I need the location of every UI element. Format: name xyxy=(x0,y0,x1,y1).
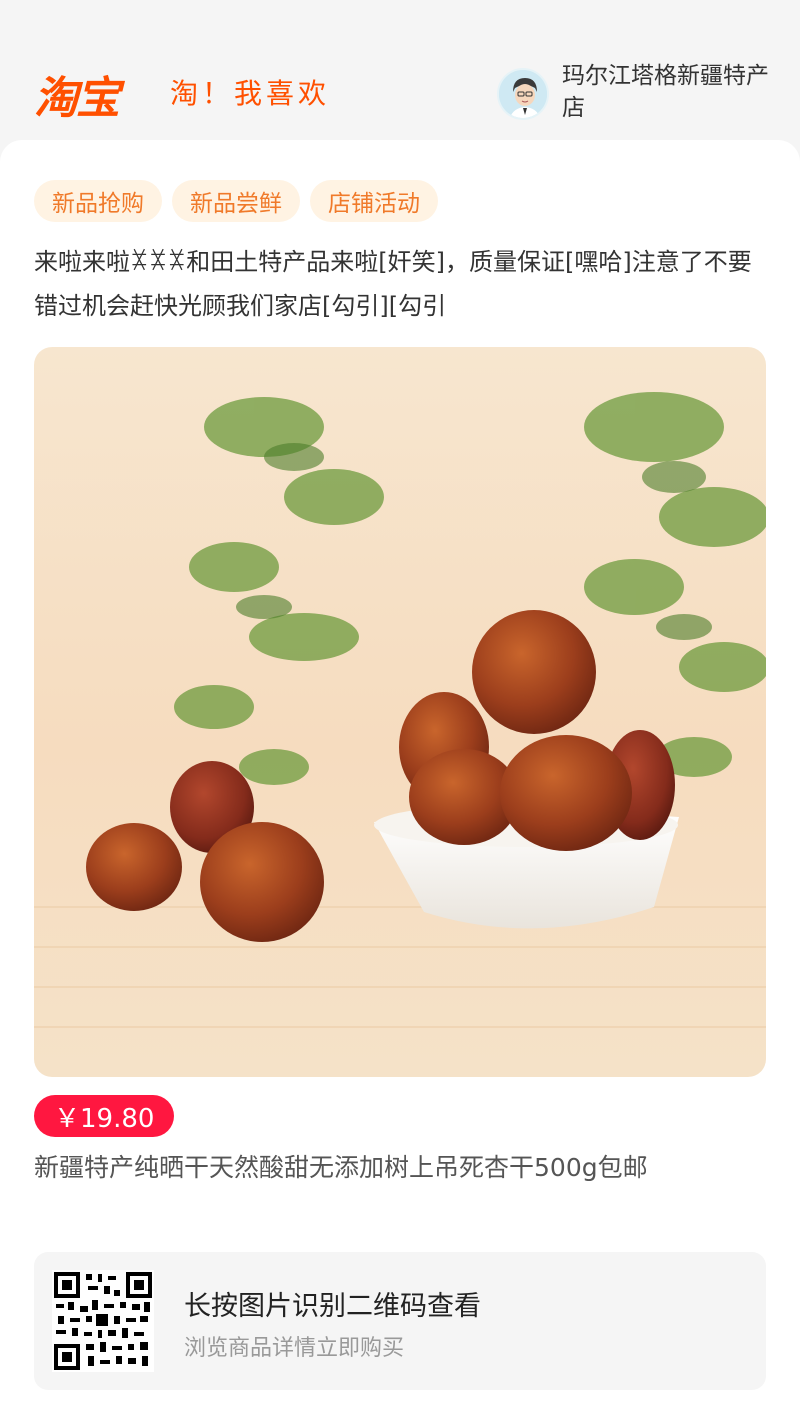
product-title[interactable]: 新疆特产纯晒干天然酸甜无添加树上吊死杏干500g包邮 xyxy=(34,1148,774,1188)
qr-subtitle: 浏览商品详情立即购买 xyxy=(184,1336,405,1361)
tag-new-taste[interactable]: 新品尝鲜 xyxy=(172,180,300,222)
qr-instruction: 长按图片识别二维码查看 xyxy=(184,1291,481,1322)
qr-code-icon xyxy=(52,1270,154,1372)
tag-store-event[interactable]: 店铺活动 xyxy=(310,180,438,222)
slogan: 淘！我喜欢 xyxy=(170,77,331,110)
header: 淘宝 淘！我喜欢 玛尔江塔格新疆特产店 xyxy=(0,0,800,140)
price-badge: ￥19.80 xyxy=(34,1095,175,1137)
dried-apricot-photo xyxy=(34,347,766,1077)
qr-panel[interactable]: 长按图片识别二维码查看 浏览商品详情立即购买 xyxy=(34,1252,766,1390)
tag-list: 新品抢购 新品尝鲜 店铺活动 xyxy=(34,180,438,222)
tag-new-rush[interactable]: 新品抢购 xyxy=(34,180,162,222)
avatar-icon xyxy=(499,70,547,118)
store-avatar[interactable] xyxy=(497,68,549,120)
qr-code[interactable] xyxy=(52,1270,154,1372)
taobao-logo: 淘宝 xyxy=(34,73,120,124)
product-description: 来啦来啦ꁿꁿꁿ和田土特产品来啦[奸笑]，质量保证[嘿哈]注意了不要错过机会赶快光… xyxy=(34,248,752,320)
store-name[interactable]: 玛尔江塔格新疆特产店 xyxy=(562,60,777,124)
product-card: 新品抢购 新品尝鲜 店铺活动 来啦来啦ꁿꁿꁿ和田土特产品来啦[奸笑]，质量保证[… xyxy=(0,140,800,1422)
share-poster: 淘宝 淘！我喜欢 玛尔江塔格新疆特产店 新品抢购 新品尝鲜 店铺活动 来啦来啦ꁿ… xyxy=(0,0,800,1422)
product-image[interactable] xyxy=(34,347,766,1077)
